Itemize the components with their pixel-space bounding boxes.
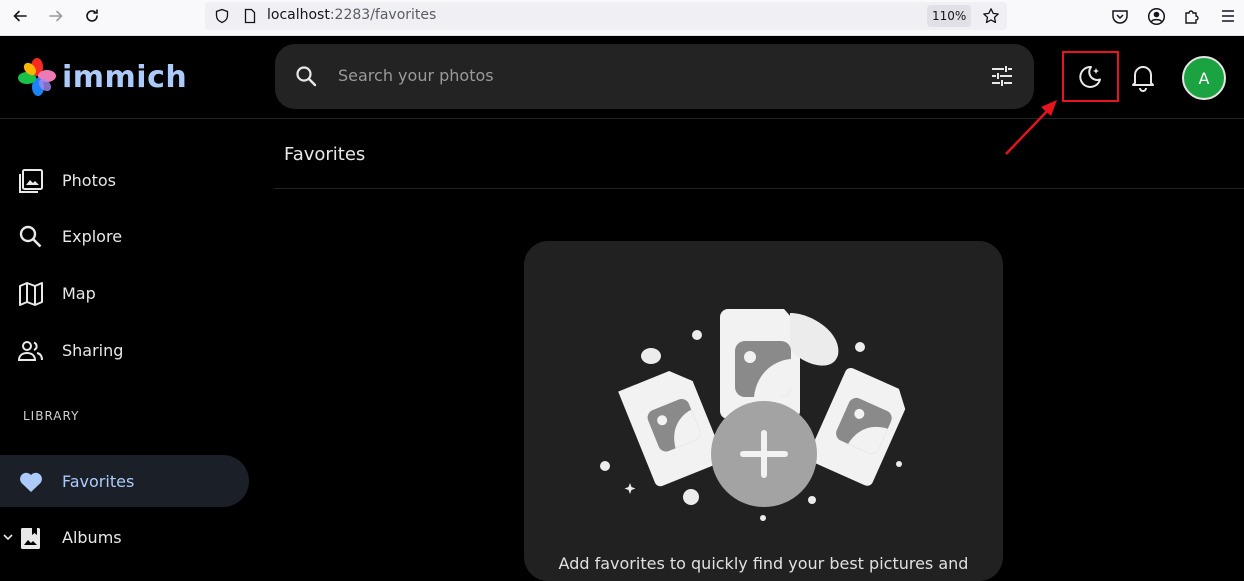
photos-icon bbox=[19, 169, 43, 193]
sidebar-item-photos[interactable]: Photos bbox=[0, 154, 249, 206]
user-avatar[interactable]: A bbox=[1182, 56, 1226, 100]
add-photos-illustration bbox=[600, 309, 906, 521]
forward-arrow-icon bbox=[49, 10, 63, 22]
immich-flower-icon bbox=[18, 58, 56, 96]
search-icon[interactable] bbox=[295, 65, 317, 87]
extensions-icon[interactable] bbox=[1183, 7, 1201, 25]
library-section-label: LIBRARY bbox=[23, 409, 80, 423]
search-input[interactable]: Search your photos bbox=[338, 66, 494, 85]
heart-icon bbox=[20, 472, 42, 492]
empty-state-card[interactable]: Add favorites to quickly find your best … bbox=[524, 241, 1003, 581]
zoom-level[interactable]: 110% bbox=[927, 5, 972, 27]
account-icon[interactable] bbox=[1147, 7, 1166, 26]
sidebar-item-label: Favorites bbox=[62, 471, 135, 491]
menu-icon[interactable] bbox=[1220, 8, 1236, 24]
sidebar-item-map[interactable]: Map bbox=[0, 267, 249, 319]
url-text[interactable]: localhost:2283/favorites bbox=[267, 7, 436, 23]
divider bbox=[274, 188, 1244, 189]
annotation-highlight-box bbox=[1062, 51, 1119, 102]
immich-logo[interactable]: immich bbox=[18, 58, 187, 96]
chevron-down-icon[interactable] bbox=[3, 532, 13, 542]
browser-toolbar: localhost:2283/favorites 110% bbox=[0, 0, 1244, 36]
tune-icon[interactable] bbox=[991, 66, 1013, 86]
reload-icon bbox=[86, 9, 98, 22]
page-icon[interactable] bbox=[242, 8, 258, 24]
bookmark-star-icon[interactable] bbox=[982, 7, 1000, 25]
back-arrow-icon bbox=[13, 10, 27, 22]
search-bar[interactable]: Search your photos bbox=[275, 44, 1034, 109]
annotation-arrow bbox=[1005, 100, 1057, 155]
sidebar-item-sharing[interactable]: Sharing bbox=[0, 324, 249, 376]
notifications-bell-icon[interactable] bbox=[1129, 62, 1157, 92]
app-header: immich Search your photos A bbox=[0, 36, 1244, 155]
sidebar-item-label: Sharing bbox=[62, 340, 124, 360]
sidebar-item-albums[interactable]: Albums bbox=[0, 511, 249, 563]
shield-icon[interactable] bbox=[214, 8, 230, 24]
sidebar-item-label: Map bbox=[62, 283, 96, 303]
sidebar-item-label: Explore bbox=[62, 226, 123, 246]
empty-state-message: Add favorites to quickly find your best … bbox=[558, 554, 969, 573]
sidebar: Photos Explore Map Sharing LIBRARY Favor… bbox=[0, 120, 262, 566]
sidebar-item-label: Photos bbox=[62, 170, 116, 190]
back-button[interactable] bbox=[6, 4, 34, 28]
search-icon bbox=[19, 225, 42, 248]
reload-button[interactable] bbox=[78, 4, 106, 28]
forward-button[interactable] bbox=[42, 4, 70, 28]
album-icon bbox=[21, 528, 40, 549]
people-icon bbox=[18, 341, 43, 361]
sidebar-item-favorites[interactable]: Favorites bbox=[0, 455, 249, 507]
sidebar-item-explore[interactable]: Explore bbox=[0, 210, 249, 262]
address-bar[interactable]: localhost:2283/favorites 110% bbox=[205, 2, 1007, 30]
pocket-icon[interactable] bbox=[1111, 8, 1129, 26]
map-icon bbox=[19, 282, 43, 306]
page-title: Favorites bbox=[284, 144, 366, 165]
sidebar-item-label: Albums bbox=[62, 527, 122, 547]
logo-text: immich bbox=[62, 59, 188, 95]
